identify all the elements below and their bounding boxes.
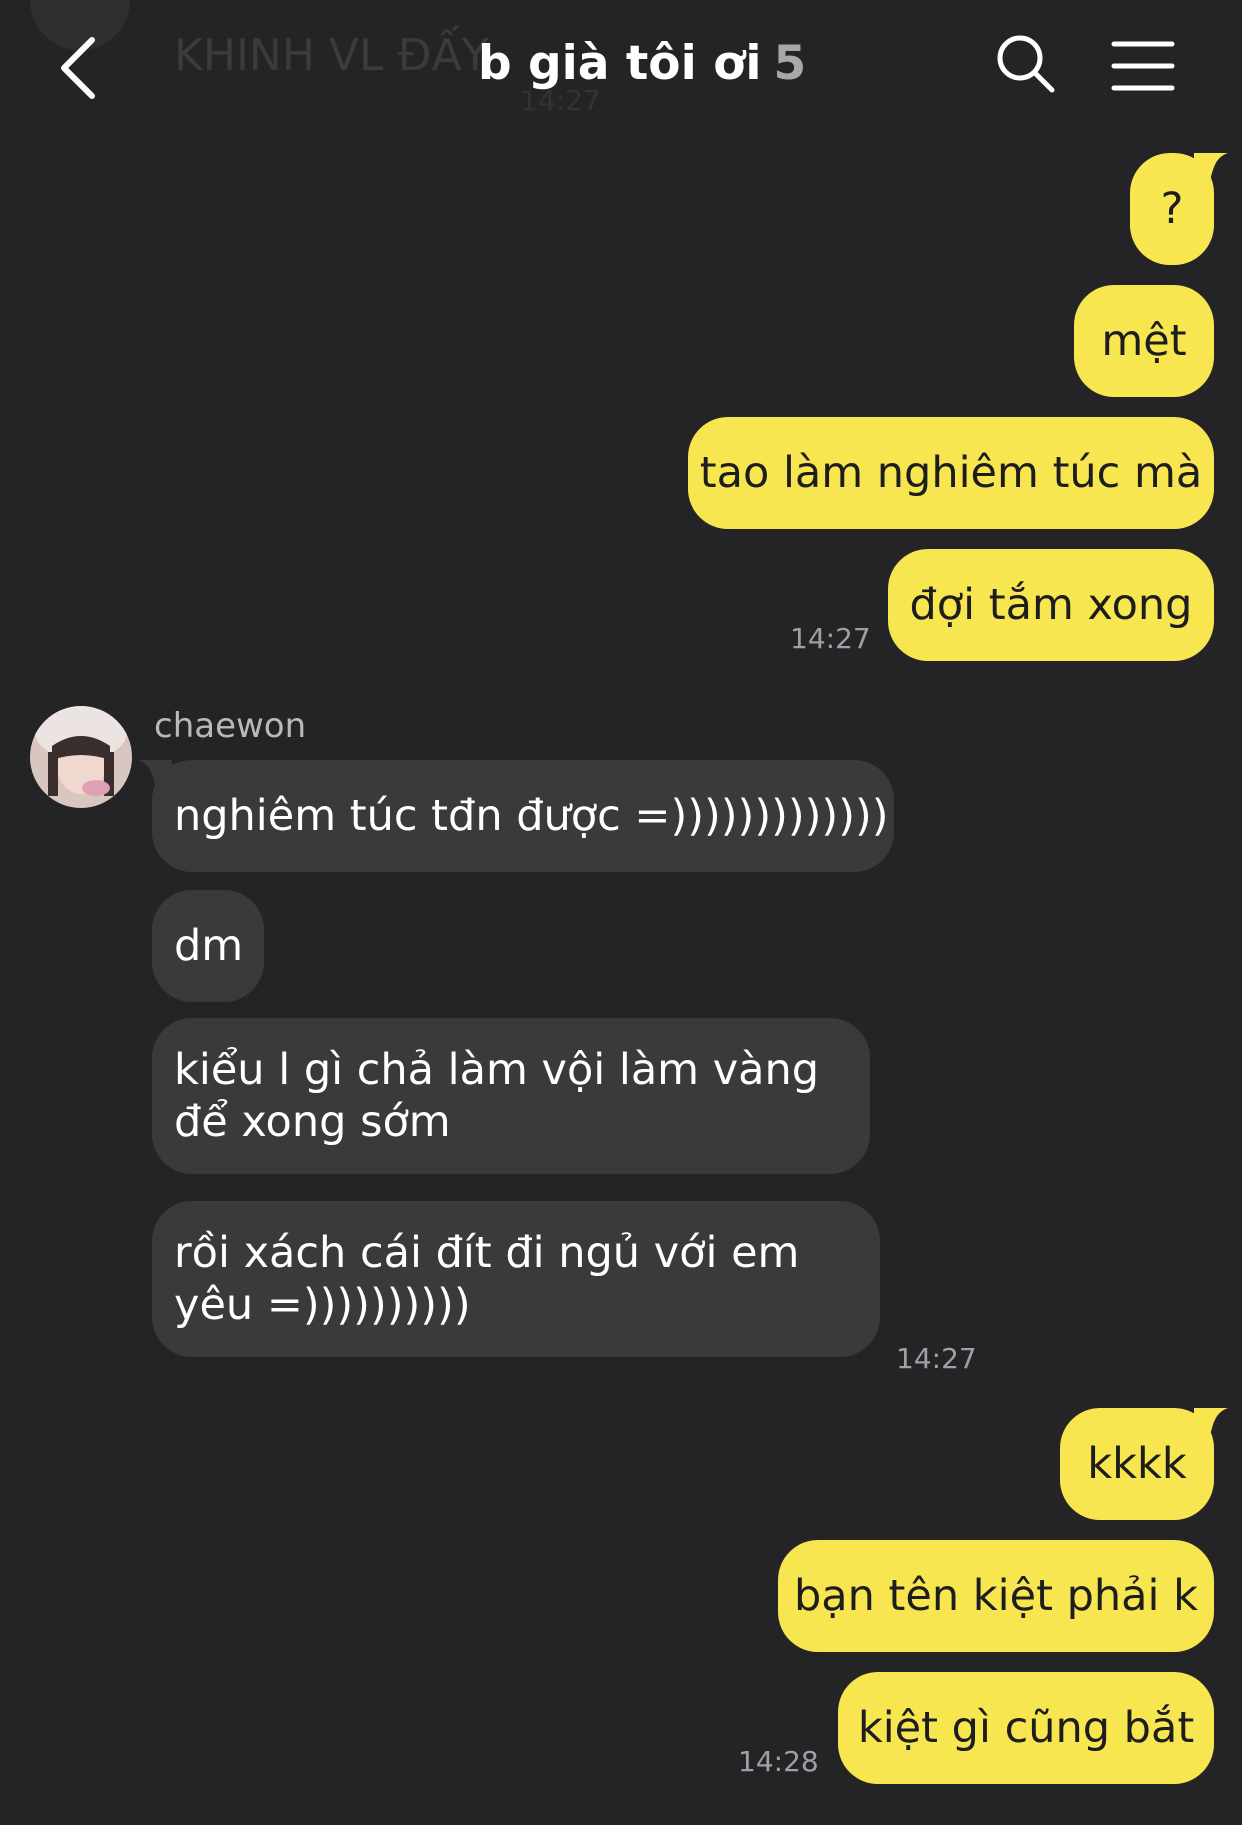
bubble-tail xyxy=(1194,1408,1228,1448)
message-text: tao làm nghiêm túc mà xyxy=(699,448,1203,498)
message-bubble-incoming[interactable]: dm xyxy=(152,890,264,1002)
member-count: 5 xyxy=(773,36,807,91)
message-text: đợi tắm xong xyxy=(909,580,1193,630)
bubble-tail xyxy=(1194,153,1228,193)
message-bubble-outgoing[interactable]: tao làm nghiêm túc mà xyxy=(688,417,1214,529)
message-text: ? xyxy=(1160,184,1184,234)
message-bubble-outgoing[interactable]: đợi tắm xong xyxy=(888,549,1214,661)
avatar-image xyxy=(30,706,132,808)
message-bubble-incoming[interactable]: nghiêm túc tđn được =))))))))))))) xyxy=(138,760,894,872)
message-text: bạn tên kiệt phải k xyxy=(793,1571,1199,1621)
message-text: kiệt gì cũng bắt xyxy=(857,1703,1195,1753)
search-icon xyxy=(997,35,1055,93)
message-timestamp: 14:28 xyxy=(738,1745,819,1778)
message-text: kiểu l gì chả làm vội làm vàng để xong s… xyxy=(174,1045,820,1147)
message-bubble-incoming[interactable]: kiểu l gì chả làm vội làm vàng để xong s… xyxy=(152,1018,870,1174)
back-button[interactable] xyxy=(52,30,112,106)
message-bubble-incoming[interactable]: rồi xách cái đít đi ngủ với em yêu =))))… xyxy=(152,1201,880,1357)
message-bubble-outgoing[interactable]: ? xyxy=(1130,153,1228,265)
message-text: nghiêm túc tđn được =))))))))))))) xyxy=(174,791,889,841)
message-timestamp: 14:27 xyxy=(790,622,871,655)
message-text: dm xyxy=(174,921,244,971)
chevron-left-icon xyxy=(61,37,95,99)
chat-header: b già tôi ơi 5 xyxy=(0,0,1242,140)
message-text: rồi xách cái đít đi ngủ với em yêu =))))… xyxy=(174,1228,800,1330)
search-button[interactable] xyxy=(994,32,1058,96)
menu-button[interactable] xyxy=(1110,38,1176,94)
menu-icon xyxy=(1111,41,1175,91)
message-bubble-outgoing[interactable]: bạn tên kiệt phải k xyxy=(778,1540,1214,1652)
sender-name: chaewon xyxy=(154,706,307,746)
message-bubble-outgoing[interactable]: mệt xyxy=(1074,285,1214,397)
message-bubble-outgoing[interactable]: kkkk xyxy=(1060,1408,1228,1520)
avatar[interactable] xyxy=(30,706,132,808)
chat-title: b già tôi ơi 5 xyxy=(478,36,806,91)
message-bubble-outgoing[interactable]: kiệt gì cũng bắt xyxy=(838,1672,1214,1784)
message-text: mệt xyxy=(1101,316,1187,366)
bubble-tail xyxy=(138,760,172,800)
chat-name: b già tôi ơi xyxy=(478,36,762,91)
message-timestamp: 14:27 xyxy=(896,1342,977,1375)
message-text: kkkk xyxy=(1087,1439,1187,1489)
